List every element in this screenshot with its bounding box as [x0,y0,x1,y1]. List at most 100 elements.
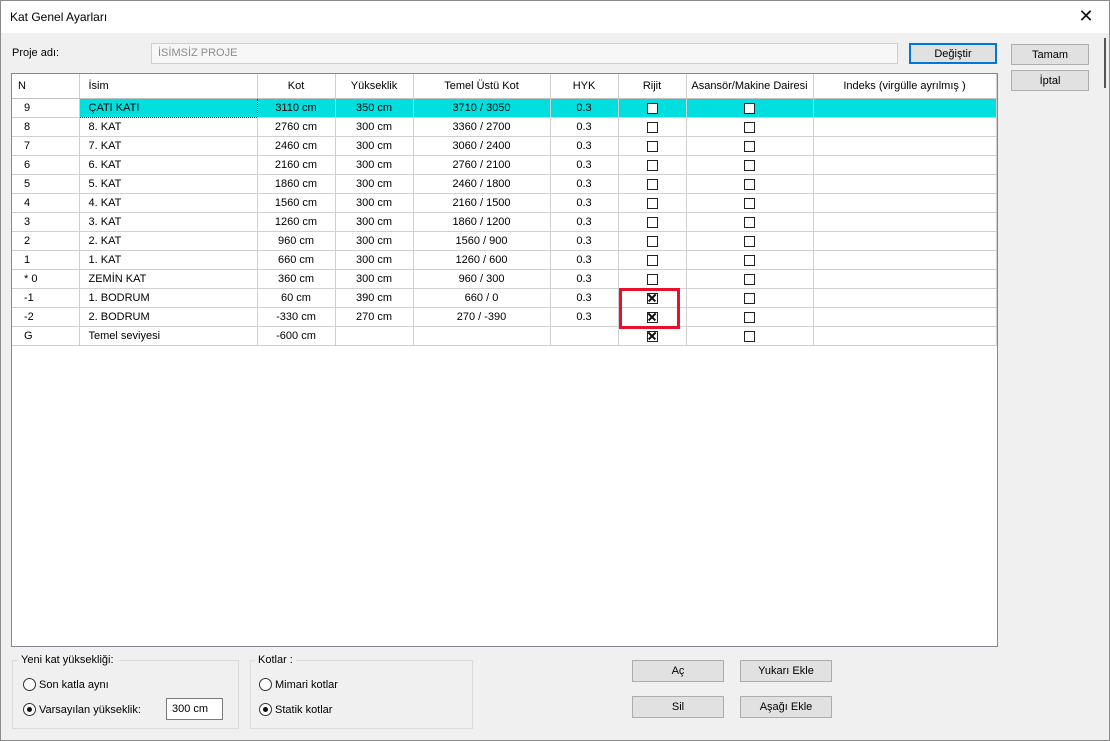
rijit-checkbox[interactable] [646,216,658,228]
elevator-checkbox[interactable] [744,159,755,171]
column-header-name[interactable]: İsim [79,74,258,99]
index-cell[interactable] [813,98,997,118]
temel-ustu-kot-cell[interactable]: 660 / 0 [413,288,551,308]
column-header-index[interactable]: Indeks (virgülle ayrılmış ) [813,74,997,99]
floor-name-cell[interactable]: ÇATI KATI [78,98,258,118]
radio-same-as-last[interactable] [23,678,36,691]
table-row[interactable]: G Temel seviyesi -600 cm [12,326,997,346]
elevator-checkbox[interactable] [744,311,755,323]
temel-ustu-kot-cell[interactable]: 3060 / 2400 [413,136,551,156]
floor-name-cell[interactable]: 5. KAT [79,174,258,194]
temel-ustu-kot-cell[interactable]: 1860 / 1200 [413,212,551,232]
kot-cell[interactable]: 360 cm [257,269,336,289]
rijit-checkbox[interactable] [646,273,658,285]
elevator-checkbox[interactable] [744,121,755,133]
radio-default-height-label[interactable]: Varsayılan yükseklik: [39,704,141,716]
radio-default-height[interactable] [23,703,36,716]
add-below-button[interactable]: Aşağı Ekle [740,696,832,718]
temel-ustu-kot-cell[interactable]: 3710 / 3050 [413,98,551,118]
floor-name-cell[interactable]: 2. KAT [79,231,258,251]
kot-cell[interactable]: 60 cm [257,288,336,308]
elevator-checkbox[interactable] [744,178,755,190]
hyk-cell[interactable]: 0.3 [550,250,619,270]
close-icon[interactable]: ✕ [1075,5,1097,27]
change-button[interactable]: Değiştir [909,43,997,64]
hyk-cell[interactable]: 0.3 [550,98,619,118]
hyk-cell[interactable] [550,326,619,346]
floor-name-cell[interactable]: 1. BODRUM [79,288,258,308]
elevator-checkbox[interactable] [744,273,755,285]
temel-ustu-kot-cell[interactable]: 2760 / 2100 [413,155,551,175]
elevator-checkbox[interactable] [744,216,755,228]
floor-name-cell[interactable]: 4. KAT [79,193,258,213]
table-row[interactable]: 5 5. KAT 1860 cm 300 cm 2460 / 1800 0.3 [12,174,997,194]
hyk-cell[interactable]: 0.3 [550,174,619,194]
temel-ustu-kot-cell[interactable] [413,326,551,346]
rijit-checkbox[interactable] [646,235,658,247]
table-row[interactable]: 6 6. KAT 2160 cm 300 cm 2760 / 2100 0.3 [12,155,997,175]
temel-ustu-kot-cell[interactable]: 1260 / 600 [413,250,551,270]
hyk-cell[interactable]: 0.3 [550,117,619,137]
index-cell[interactable] [813,269,997,289]
height-cell[interactable]: 300 cm [335,155,414,175]
radio-architectural-levels[interactable] [259,678,272,691]
radio-same-as-last-label[interactable]: Son katla aynı [39,679,109,691]
rijit-checkbox[interactable] [646,178,658,190]
temel-ustu-kot-cell[interactable]: 3360 / 2700 [413,117,551,137]
elevator-checkbox[interactable] [744,235,755,247]
column-header-rijit[interactable]: Rijit [618,74,687,99]
floor-number-cell[interactable]: G [12,326,80,346]
elevator-checkbox[interactable] [744,254,755,266]
temel-ustu-kot-cell[interactable]: 270 / -390 [413,307,551,327]
kot-cell[interactable]: 960 cm [257,231,336,251]
rijit-checkbox[interactable] [646,254,658,266]
column-header-hyk[interactable]: HYK [550,74,619,99]
temel-ustu-kot-cell[interactable]: 960 / 300 [413,269,551,289]
index-cell[interactable] [813,193,997,213]
floor-name-cell[interactable]: 2. BODRUM [79,307,258,327]
height-cell[interactable]: 300 cm [335,193,414,213]
table-row[interactable]: -2 2. BODRUM -330 cm 270 cm 270 / -390 0.3 [12,307,997,327]
floor-number-cell[interactable]: 8 [12,117,80,137]
floor-number-cell[interactable]: -1 [12,288,80,308]
radio-static-levels[interactable] [259,703,272,716]
floor-number-cell[interactable]: 6 [12,155,80,175]
column-header-temel[interactable]: Temel Üstü Kot [413,74,551,99]
default-height-input[interactable]: 300 cm [166,698,223,720]
kot-cell[interactable]: -600 cm [257,326,336,346]
kot-cell[interactable]: 2460 cm [257,136,336,156]
rijit-checkbox[interactable] [646,330,658,342]
index-cell[interactable] [813,307,997,327]
floor-number-cell[interactable]: 1 [12,250,80,270]
index-cell[interactable] [813,136,997,156]
floor-name-cell[interactable]: 8. KAT [79,117,258,137]
column-header-kot[interactable]: Kot [257,74,336,99]
elevator-checkbox[interactable] [744,292,755,304]
height-cell[interactable]: 300 cm [335,117,414,137]
index-cell[interactable] [813,326,997,346]
kot-cell[interactable]: 660 cm [257,250,336,270]
project-name-field[interactable]: İSİMSİZ PROJE [151,43,898,64]
table-row[interactable]: 8 8. KAT 2760 cm 300 cm 3360 / 2700 0.3 [12,117,997,137]
delete-button[interactable]: Sil [632,696,724,718]
table-row[interactable]: 9 ÇATI KATI 3110 cm 350 cm 3710 / 3050 0.3 [12,98,997,118]
height-cell[interactable] [335,326,414,346]
table-row[interactable]: * 0 ZEMİN KAT 360 cm 300 cm 960 / 300 0.3 [12,269,997,289]
kot-cell[interactable]: 1260 cm [257,212,336,232]
hyk-cell[interactable]: 0.3 [550,288,619,308]
hyk-cell[interactable]: 0.3 [550,307,619,327]
floor-number-cell[interactable]: 5 [12,174,80,194]
floor-number-cell[interactable]: 4 [12,193,80,213]
table-row[interactable]: 4 4. KAT 1560 cm 300 cm 2160 / 1500 0.3 [12,193,997,213]
elevator-checkbox[interactable] [744,197,755,209]
column-header-n[interactable]: N [12,74,80,99]
table-row[interactable]: 1 1. KAT 660 cm 300 cm 1260 / 600 0.3 [12,250,997,270]
floor-number-cell[interactable]: 7 [12,136,80,156]
floor-name-cell[interactable]: Temel seviyesi [79,326,258,346]
table-row[interactable]: 2 2. KAT 960 cm 300 cm 1560 / 900 0.3 [12,231,997,251]
floor-name-cell[interactable]: 1. KAT [79,250,258,270]
index-cell[interactable] [813,288,997,308]
height-cell[interactable]: 300 cm [335,174,414,194]
radio-architectural-levels-label[interactable]: Mimari kotlar [275,679,338,691]
radio-static-levels-label[interactable]: Statik kotlar [275,704,332,716]
